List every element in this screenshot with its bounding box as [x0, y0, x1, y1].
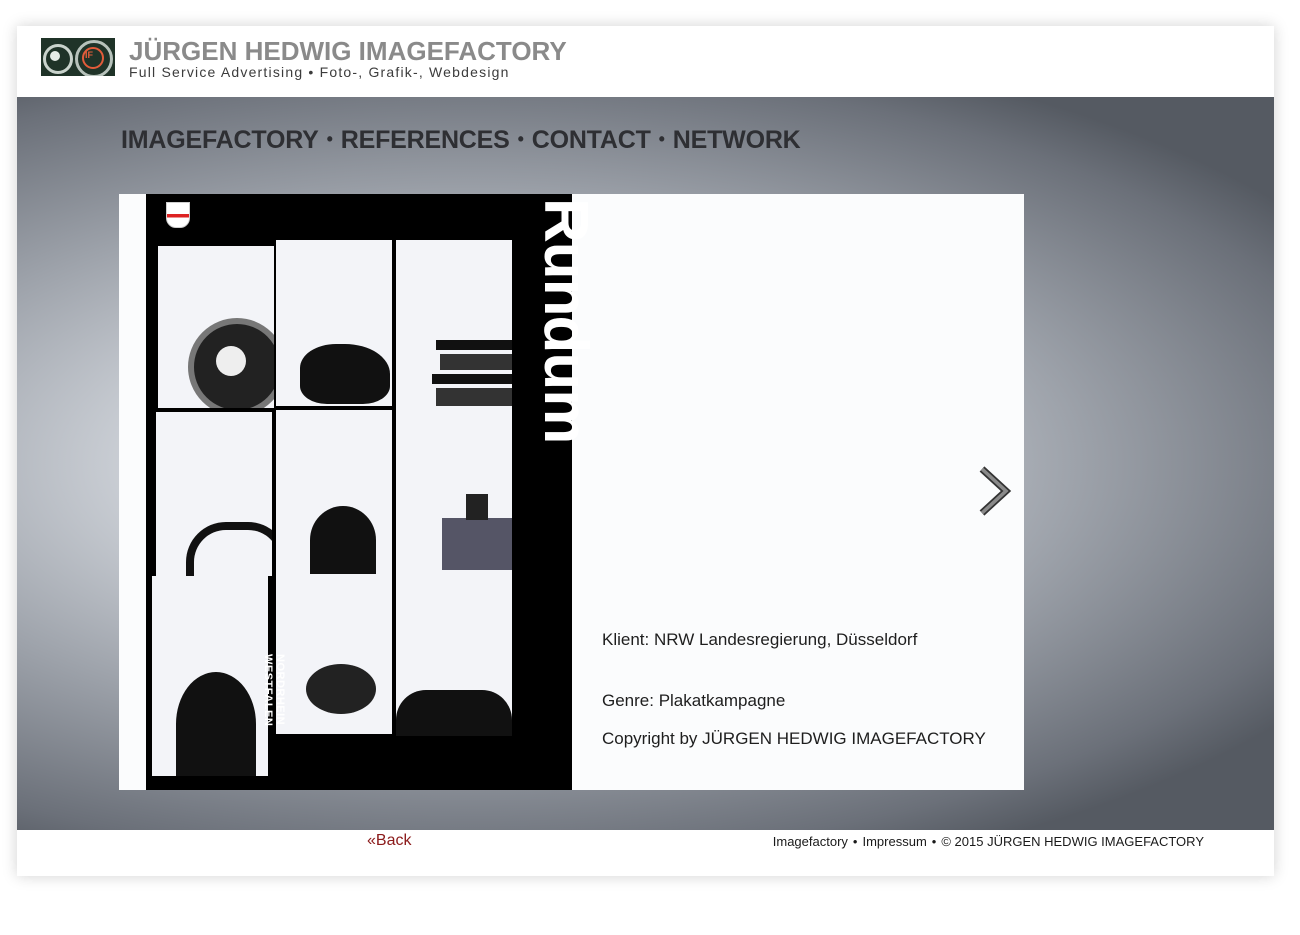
reference-slide: Rundum NORDRHEIN WESTFALEN Klient: NRW L…	[119, 194, 1024, 790]
poster-photo	[396, 240, 512, 406]
chevron-right-icon[interactable]	[976, 465, 1016, 521]
nav-item-references[interactable]: REFERENCES	[341, 126, 510, 154]
poster-photo	[156, 412, 272, 576]
site-title: JÜRGEN HEDWIG IMAGEFACTORY	[129, 36, 567, 66]
poster-photo	[152, 576, 268, 776]
poster-image: Rundum NORDRHEIN WESTFALEN	[146, 194, 600, 790]
copyright-text: Copyright by JÜRGEN HEDWIG IMAGEFACTORY	[602, 729, 986, 748]
poster-photo	[276, 240, 392, 406]
back-link[interactable]: «Back	[367, 832, 411, 850]
nav-separator: •	[517, 129, 524, 149]
header: IF JÜRGEN HEDWIG IMAGEFACTORY Full Servi…	[17, 26, 1274, 96]
nrw-crest-icon	[166, 202, 190, 228]
imagefactory-logo-icon[interactable]: IF	[41, 38, 115, 76]
poster-photo	[396, 406, 512, 572]
footer-separator: •	[931, 834, 937, 849]
footer-link-impressum[interactable]: Impressum	[862, 834, 926, 849]
content-stage: IMAGEFACTORY • REFERENCES • CONTACT • NETWORK	[17, 97, 1274, 830]
main-nav: IMAGEFACTORY • REFERENCES • CONTACT • NETWORK	[121, 126, 801, 155]
footer-copyright: © 2015 JÜRGEN HEDWIG IMAGEFACTORY	[941, 834, 1204, 849]
footer-link-imagefactory[interactable]: Imagefactory	[773, 834, 848, 849]
poster-photo	[276, 410, 392, 574]
poster-photo	[276, 574, 392, 734]
footer-links: Imagefactory • Impressum • © 2015 JÜRGEN HED…	[773, 834, 1204, 849]
poster-small-text: NORDRHEIN WESTFALEN	[262, 654, 286, 727]
nav-separator: •	[658, 129, 665, 149]
footer-separator: •	[852, 834, 858, 849]
genre-text: Genre: Plakatkampagne	[602, 691, 786, 710]
page-container: IF JÜRGEN HEDWIG IMAGEFACTORY Full Servi…	[17, 26, 1274, 876]
footer: «Back Imagefactory • Impressum • © 2015 JÜRG…	[17, 830, 1274, 876]
nav-item-contact[interactable]: CONTACT	[532, 126, 651, 154]
client-text: Klient: NRW Landesregierung, Düsseldorf	[602, 630, 918, 649]
logo-text: IF	[85, 50, 93, 60]
poster-photo	[396, 570, 512, 736]
nav-separator: •	[326, 129, 333, 149]
site-subtitle: Full Service Advertising • Foto-, Grafik…	[129, 64, 510, 80]
nav-item-imagefactory[interactable]: IMAGEFACTORY	[121, 126, 319, 154]
poster-photo	[158, 246, 274, 408]
nav-item-network[interactable]: NETWORK	[673, 126, 801, 154]
poster-title: Rundum	[531, 198, 600, 444]
